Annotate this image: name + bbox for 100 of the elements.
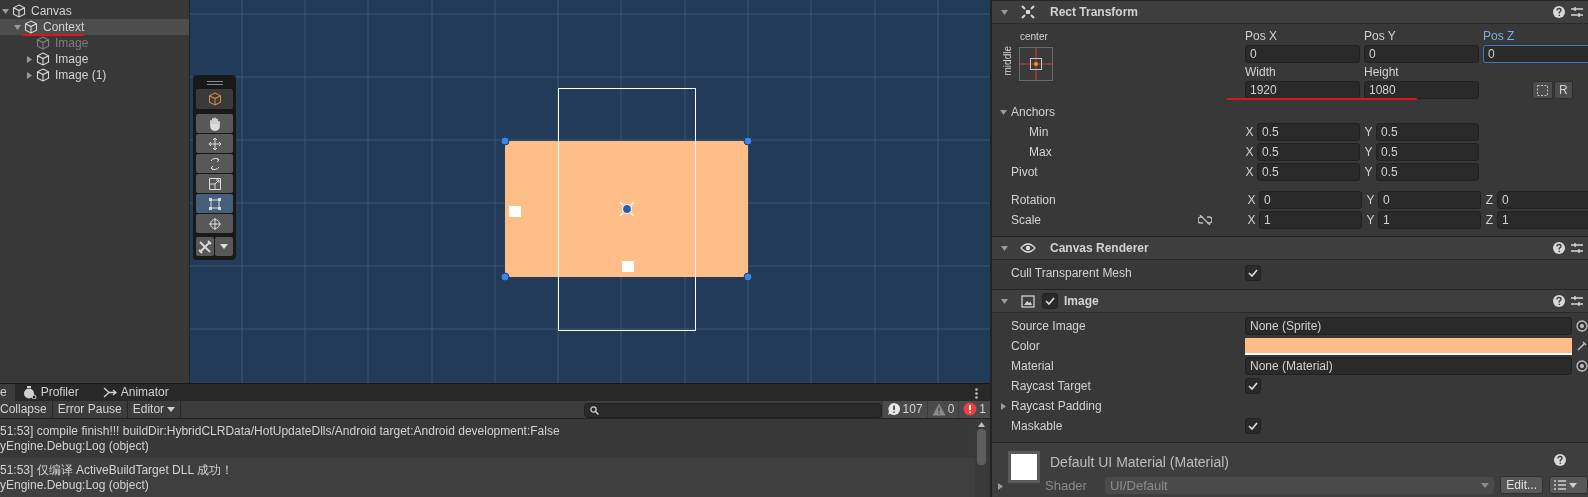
cube-icon xyxy=(36,68,50,82)
hierarchy-item[interactable]: Image (1) xyxy=(0,67,189,83)
expand-arrow-icon[interactable] xyxy=(1000,243,1009,253)
number-field[interactable]: 0.5 xyxy=(1376,163,1479,181)
cube-icon xyxy=(36,36,50,50)
resize-handle[interactable] xyxy=(743,272,753,282)
toggle-button[interactable]: Collapse xyxy=(0,400,53,418)
number-field[interactable]: 1 xyxy=(1259,211,1362,229)
log-message: 51:53] 仅编译 ActiveBuildTarget DLL 成功！ xyxy=(0,463,234,478)
caret-icon xyxy=(1481,482,1490,488)
dashed-square-icon xyxy=(1537,84,1548,96)
item-label: Context xyxy=(42,20,85,34)
check-icon xyxy=(1045,297,1055,305)
presets-icon[interactable] xyxy=(1571,295,1583,307)
scroll-up-icon[interactable] xyxy=(978,422,985,427)
tool-button[interactable] xyxy=(196,194,233,213)
property-label: Cull Transparent Mesh xyxy=(1011,266,1132,280)
tool-button[interactable] xyxy=(196,214,233,233)
scrollbar-thumb[interactable] xyxy=(977,429,986,465)
help-icon[interactable] xyxy=(1553,242,1565,254)
list-dropdown-button[interactable] xyxy=(1548,476,1588,494)
tool-button[interactable] xyxy=(196,89,233,109)
expand-arrow-icon[interactable] xyxy=(1000,7,1009,17)
collapse-arrow-icon[interactable] xyxy=(996,482,1005,491)
number-field[interactable]: 0.5 xyxy=(1257,143,1360,161)
number-field[interactable]: 0 xyxy=(1259,191,1362,209)
hierarchy-item[interactable]: Context xyxy=(0,19,189,35)
cube-icon xyxy=(36,52,50,66)
eyedropper-icon[interactable] xyxy=(1576,340,1588,352)
number-field[interactable]: 0.5 xyxy=(1257,163,1360,181)
property-label: Scale xyxy=(1011,213,1042,227)
tool-button[interactable] xyxy=(196,154,233,173)
pivot-icon[interactable] xyxy=(619,201,635,217)
number-field[interactable]: 1920 xyxy=(1245,81,1360,99)
checkbox[interactable] xyxy=(1245,378,1261,394)
panel-tab[interactable]: Profiler xyxy=(22,384,89,401)
hierarchy-item[interactable]: Image xyxy=(0,51,189,67)
help-icon[interactable] xyxy=(1553,295,1565,307)
property-label: Maskable xyxy=(1011,419,1063,433)
number-field[interactable]: 1080 xyxy=(1364,81,1479,99)
number-field[interactable]: 0 xyxy=(1378,191,1481,209)
tool-button[interactable] xyxy=(196,114,233,133)
check-icon xyxy=(1248,382,1258,390)
help-icon[interactable] xyxy=(1554,454,1566,466)
number-field[interactable]: 0 xyxy=(1364,45,1479,63)
custom-tools-button[interactable] xyxy=(196,237,214,256)
number-field[interactable]: 0.5 xyxy=(1257,123,1360,141)
edit-button[interactable]: Edit... xyxy=(1500,476,1543,494)
color-swatch[interactable] xyxy=(1245,337,1572,355)
tool-button[interactable] xyxy=(196,134,233,153)
anchor-preset-button[interactable] xyxy=(1019,47,1053,81)
dropdown-button[interactable] xyxy=(215,237,233,256)
number-field[interactable]: 0.5 xyxy=(1376,143,1479,161)
field-label: Width xyxy=(1245,64,1277,80)
object-field[interactable]: None (Sprite) xyxy=(1245,317,1572,335)
warning-icon xyxy=(931,402,946,416)
checkbox[interactable] xyxy=(1042,293,1058,309)
link-icon[interactable] xyxy=(1198,215,1212,225)
help-icon[interactable] xyxy=(1553,6,1565,18)
field-label: Pos Y xyxy=(1364,28,1397,44)
object-picker-icon[interactable] xyxy=(1576,360,1588,372)
check-icon xyxy=(1248,422,1258,430)
component-header[interactable]: Canvas Renderer xyxy=(992,236,1588,260)
object-field[interactable]: None (Material) xyxy=(1245,357,1572,375)
number-field[interactable]: 1 xyxy=(1378,211,1481,229)
component-header[interactable]: Image xyxy=(992,289,1588,313)
presets-icon[interactable] xyxy=(1571,242,1583,254)
component-title: Image xyxy=(1064,294,1099,308)
presets-icon[interactable] xyxy=(1571,6,1583,18)
expand-arrow-icon[interactable] xyxy=(1000,296,1009,306)
search-field[interactable] xyxy=(583,402,882,418)
cube-icon xyxy=(12,4,26,18)
more-icon[interactable] xyxy=(975,388,978,399)
resize-handle[interactable] xyxy=(500,136,510,146)
number-field[interactable]: 0 xyxy=(1483,45,1588,63)
resize-handle[interactable] xyxy=(500,272,510,282)
info-icon xyxy=(886,402,901,417)
checkbox[interactable] xyxy=(1245,418,1261,434)
component-header[interactable]: Rect Transform xyxy=(992,0,1588,24)
number-field[interactable]: 0 xyxy=(1245,45,1360,63)
toggle-button[interactable]: Error Pause xyxy=(52,400,128,418)
raw-edit-button[interactable]: R xyxy=(1554,81,1573,99)
panel-tab[interactable]: e xyxy=(0,384,15,401)
editor-dropdown[interactable]: Editor xyxy=(127,400,182,418)
hierarchy-item[interactable]: Canvas xyxy=(0,3,189,19)
shader-label: Shader xyxy=(1045,477,1087,493)
property-label: Raycast Target xyxy=(1011,379,1091,393)
tool-button[interactable] xyxy=(196,174,233,193)
panel-tab[interactable]: Animator xyxy=(102,384,179,401)
expand-arrow-icon[interactable] xyxy=(999,107,1008,117)
number-field[interactable]: 0.5 xyxy=(1376,123,1479,141)
checkbox[interactable] xyxy=(1245,265,1261,281)
collapse-arrow-icon[interactable] xyxy=(999,401,1008,411)
blueprint-mode-button[interactable] xyxy=(1532,81,1553,99)
number-field[interactable]: 0 xyxy=(1497,191,1588,209)
resize-handle[interactable] xyxy=(743,136,753,146)
object-picker-icon[interactable] xyxy=(1576,320,1588,332)
log-message: 51:53] compile finish!!! buildDir:HybridCLRData/HotUpdateDlls/Android target:Android development:False xyxy=(0,424,561,439)
number-field[interactable]: 1 xyxy=(1497,211,1588,229)
property-label: Max xyxy=(1029,145,1052,159)
